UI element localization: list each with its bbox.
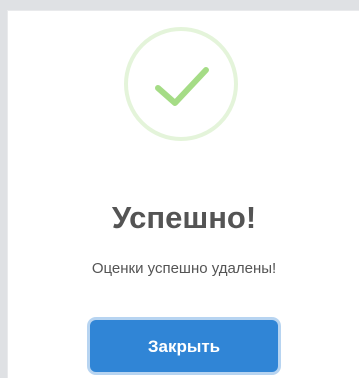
dialog-title: Успешно! — [111, 200, 257, 235]
close-button[interactable]: Закрыть — [90, 320, 278, 372]
dialog-message: Оценки успешно удалены! — [91, 260, 277, 277]
success-dialog: Успешно! Оценки успешно удалены! Закрыть — [7, 10, 359, 378]
success-checkmark-icon — [124, 27, 238, 141]
checkmark-icon — [155, 67, 209, 106]
